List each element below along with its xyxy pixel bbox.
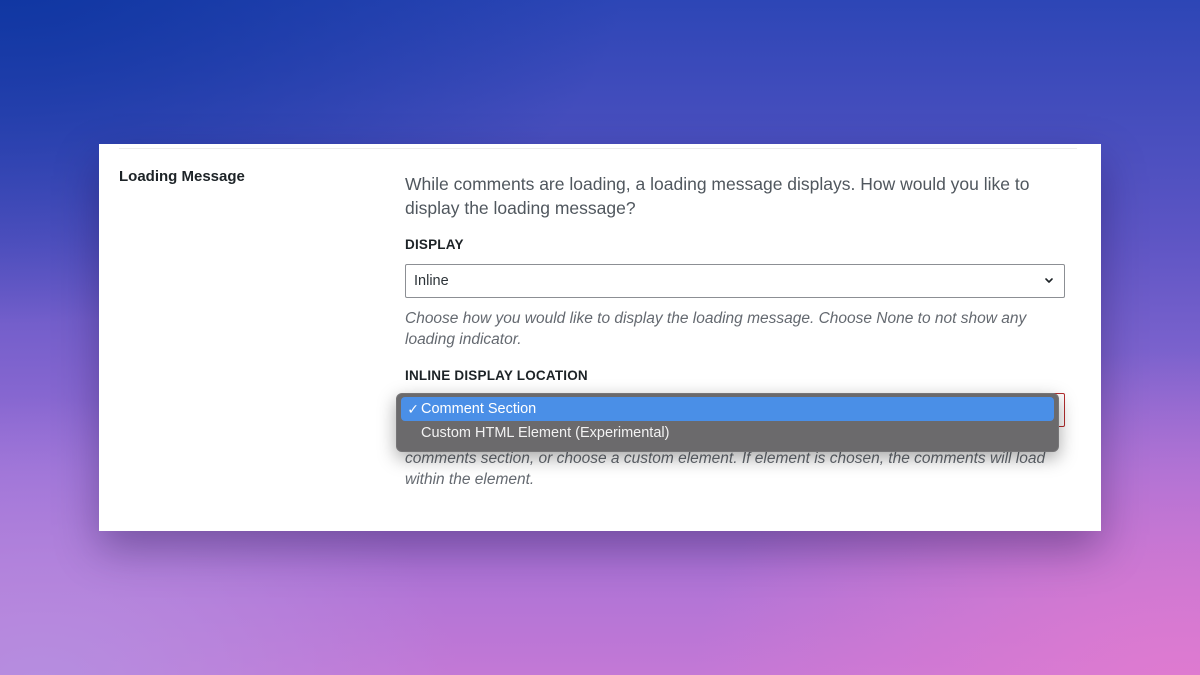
intro-text: While comments are loading, a loading me… [405, 174, 1030, 218]
display-description: Choose how you would like to display the… [405, 310, 1027, 348]
chevron-down-icon [1045, 278, 1053, 283]
dropdown-option-label: Custom HTML Element (Experimental) [421, 425, 670, 441]
dropdown-option-custom-element[interactable]: Custom HTML Element (Experimental) [401, 421, 1054, 445]
display-select[interactable]: Inline [405, 264, 1065, 298]
dropdown-option-comment-section[interactable]: ✓ Comment Section [401, 397, 1054, 421]
settings-panel: Loading Message While comments are loadi… [99, 144, 1101, 531]
inline-location-label: INLINE DISPLAY LOCATION [405, 368, 588, 383]
inline-location-description: comments section, or choose a custom ele… [405, 450, 1046, 488]
checkmark-icon: ✓ [407, 400, 419, 417]
display-select-value: Inline [414, 273, 449, 289]
display-label: DISPLAY [405, 237, 464, 252]
section-title: Loading Message [119, 168, 245, 185]
dropdown-option-label: Comment Section [421, 401, 537, 417]
divider [119, 148, 1077, 149]
location-dropdown-menu[interactable]: ✓ Comment Section Custom HTML Element (E… [396, 393, 1059, 452]
